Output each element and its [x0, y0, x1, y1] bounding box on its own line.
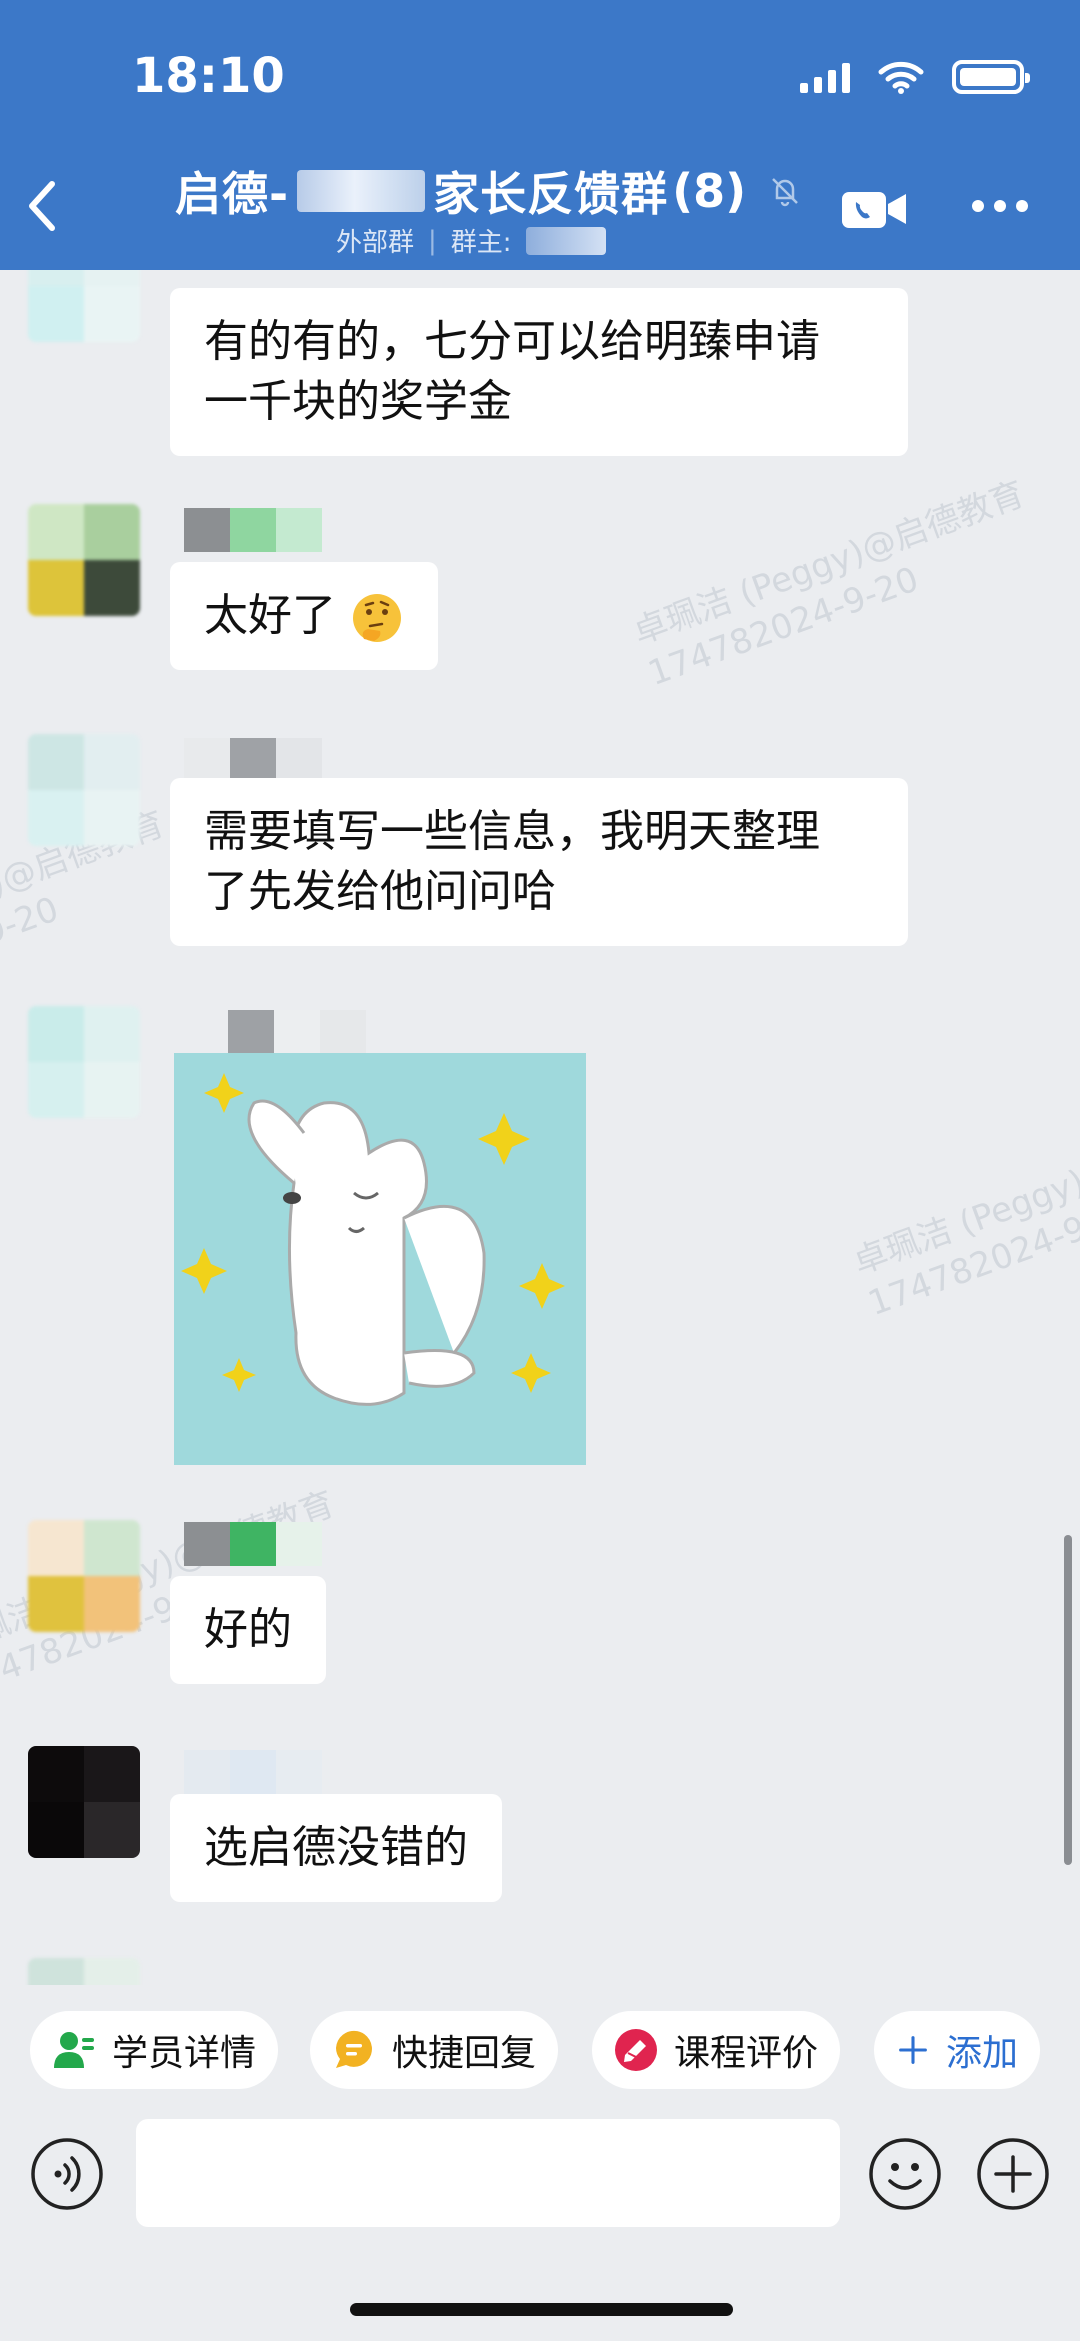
- redacted-owner-name: [525, 226, 606, 255]
- subtitle-separator: |: [428, 225, 437, 256]
- message-bubble[interactable]: 好的: [170, 1576, 326, 1684]
- chat-header: 18:10 启德- 家长反馈群 (8) 外部群 | 群主:: [0, 0, 1080, 270]
- voice-input-icon[interactable]: [30, 2137, 104, 2211]
- mute-bell-icon: [772, 178, 799, 207]
- wifi-icon: [878, 61, 924, 94]
- quick-reply-icon: [336, 2030, 372, 2068]
- avatar[interactable]: [28, 1746, 140, 1858]
- redacted-sender-name: [184, 738, 322, 782]
- avatar[interactable]: [28, 270, 140, 342]
- emoji-icon[interactable]: [868, 2137, 942, 2211]
- student-details-button[interactable]: 学员详情: [30, 2011, 279, 2089]
- group-owner-label: 群主:: [450, 228, 512, 258]
- thinking-face-emoji-icon: [353, 594, 401, 642]
- redacted-sender-name: [184, 1750, 322, 1794]
- message-bubble[interactable]: 太好了: [170, 562, 438, 670]
- title-prefix: 启德-: [175, 167, 290, 221]
- message-text: 好的: [204, 1604, 292, 1655]
- member-count: (8): [672, 164, 747, 218]
- chat-subtitle: 外部群 | 群主:: [336, 222, 606, 259]
- battery-icon: [952, 60, 1030, 94]
- redacted-sender-name: [184, 1522, 322, 1566]
- redacted-title-part: [297, 170, 426, 212]
- message-bubble[interactable]: 有的有的，七分可以给明臻申请 一千块的奖学金: [170, 288, 908, 456]
- message-text: 一千块的奖学金: [204, 376, 512, 427]
- watermark: 卓珮洁 (Peggy)@启德教育174782024-9-20: [628, 473, 1030, 695]
- student-details-label: 学员详情: [112, 2033, 257, 2074]
- home-indicator[interactable]: [350, 2303, 733, 2316]
- avatar[interactable]: [28, 1958, 140, 1985]
- video-call-icon[interactable]: [840, 186, 910, 232]
- course-review-icon: [615, 2029, 657, 2071]
- quick-action-bar: 学员详情 快捷回复 课程评价 添加: [0, 1985, 1080, 2115]
- watermark: 卓珮洁 (Peggy)@启德教育174782024-9-20: [848, 1103, 1080, 1325]
- quick-reply-button[interactable]: 快捷回复: [310, 2011, 559, 2089]
- add-button[interactable]: 添加: [874, 2011, 1041, 2089]
- avatar[interactable]: [28, 504, 140, 616]
- add-label: 添加: [946, 2033, 1019, 2074]
- message-input-bar: [0, 2115, 1080, 2341]
- message-bubble[interactable]: 选启德没错的: [170, 1794, 502, 1902]
- message-bubble[interactable]: 需要填写一些信息，我明天整理 了先发给他问问哈: [170, 778, 908, 946]
- avatar[interactable]: [28, 734, 140, 846]
- title-suffix: 家长反馈群: [433, 167, 669, 221]
- message-text: 了先发给他问问哈: [204, 866, 556, 917]
- message-text: 选启德没错的: [204, 1822, 468, 1873]
- scrollbar[interactable]: [1064, 1535, 1072, 1865]
- message-text: 有的有的，七分可以给明臻申请: [204, 316, 820, 367]
- more-functions-icon[interactable]: [976, 2137, 1050, 2211]
- redacted-sender-name: [184, 508, 322, 552]
- plus-icon: [899, 2036, 927, 2064]
- course-review-label: 课程评价: [674, 2033, 819, 2074]
- cellular-signal-icon: [800, 61, 850, 93]
- external-group-tag: 外部群: [336, 228, 415, 258]
- course-review-button[interactable]: 课程评价: [592, 2011, 841, 2089]
- avatar[interactable]: [28, 1520, 140, 1632]
- student-profile-icon: [54, 2032, 94, 2068]
- status-time: 18:10: [132, 48, 285, 104]
- message-input[interactable]: [136, 2119, 840, 2227]
- redacted-sender-name: [228, 1010, 366, 1054]
- message-text: 需要填写一些信息，我明天整理: [204, 806, 820, 857]
- dancing-dog-sticker[interactable]: [174, 1053, 586, 1465]
- quick-reply-label: 快捷回复: [392, 2033, 537, 2074]
- avatar[interactable]: [28, 1006, 140, 1118]
- chat-message-list[interactable]: 卓珮洁 (Peggy)@启德教育174782024-9-20 卓珮洁 (Pegg…: [0, 270, 1080, 1985]
- chat-title: 启德- 家长反馈群 (8): [175, 158, 802, 224]
- back-button[interactable]: [22, 176, 62, 236]
- status-icons: [800, 60, 1030, 94]
- message-text: 太好了: [204, 590, 336, 641]
- more-options-button[interactable]: [972, 200, 1028, 212]
